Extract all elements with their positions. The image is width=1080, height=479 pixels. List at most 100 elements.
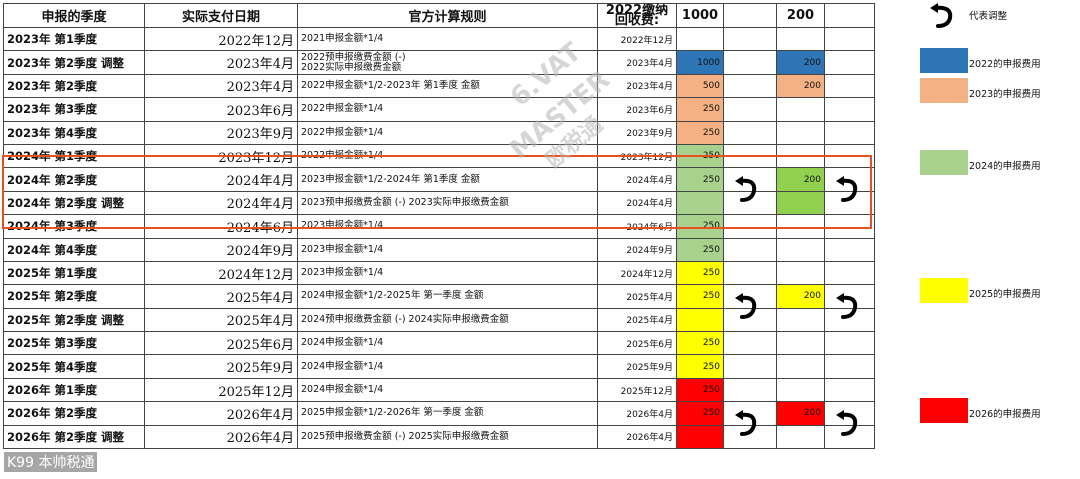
value-cell-2: [776, 377, 825, 403]
legend-label: 2023的申报费用: [969, 89, 1041, 100]
quarter-cell: 2025年 第2季度 调整: [3, 307, 145, 333]
table-row: 2025年 第2季度 调整 2025年4月 2024预申报缴费金额 (-) 2024…: [3, 307, 875, 333]
value-cell-1: [676, 26, 724, 52]
legend-swatch: [920, 150, 968, 175]
paydate-cell: 2025年4月: [144, 307, 298, 333]
rule-cell: 2022申报金额*1/4: [297, 97, 598, 122]
value-cell-2: [776, 26, 825, 52]
table-row: 2023年 第4季度 2023年9月 2022申报金额*1/4 2023年9月 250: [3, 120, 875, 145]
table-row: 2024年 第1季度 2023年12月 2022申报金额*1/4 2023年12月 25…: [3, 143, 875, 169]
legend-label: 2024的申报费用: [969, 161, 1041, 172]
date-cell: 2026年4月: [597, 424, 677, 450]
value-cell-2: 200: [776, 167, 825, 192]
rule-cell: 2023申报金额*1/4: [297, 260, 598, 286]
rule-cell: 2023申报金额*1/4: [297, 214, 598, 239]
table-row: 2026年 第2季度 调整 2026年4月 2025预申报缴费金额 (-) 2025…: [3, 424, 875, 450]
paydate-cell: 2024年9月: [144, 237, 298, 262]
header-blank-2: [824, 3, 875, 28]
legend-label: 2026的申报费用: [969, 409, 1041, 420]
value-cell-1: 250: [676, 167, 724, 192]
paydate-cell: 2025年9月: [144, 354, 298, 379]
paydate-cell: 2025年4月: [144, 284, 298, 309]
arrow-cell-2: [824, 26, 875, 52]
arrow-cell-1: [723, 424, 777, 450]
paydate-cell: 2022年12月: [144, 26, 298, 52]
arrow-cell-2: [824, 331, 875, 356]
date-cell: 2025年4月: [597, 307, 677, 333]
table-row: 2024年 第3季度 2024年6月 2023申报金额*1/4 2024年6月 250: [3, 214, 875, 239]
quarter-cell: 2026年 第2季度: [3, 401, 145, 426]
legend-swatch: [920, 78, 968, 103]
paydate-cell: 2024年4月: [144, 190, 298, 216]
rule-cell: 2022申报金额*1/4: [297, 143, 598, 169]
arrow-cell-1: [723, 331, 777, 356]
date-cell: 2025年6月: [597, 331, 677, 356]
header-recover: 2022缴纳回收费:: [597, 3, 677, 28]
arrow-cell-2: [824, 143, 875, 169]
header-blank-1: [723, 3, 777, 28]
paydate-cell: 2024年4月: [144, 167, 298, 192]
rule-cell: 2023申报金额*1/4: [297, 237, 598, 262]
rule-cell: 2023预申报缴费金额 (-) 2023实际申报缴费金额: [297, 190, 598, 216]
value-cell-1: [676, 190, 724, 216]
quarter-cell: 2024年 第4季度: [3, 237, 145, 262]
value-cell-1: 250: [676, 97, 724, 122]
quarter-cell: 2023年 第1季度: [3, 26, 145, 52]
value-cell-1: [676, 307, 724, 333]
value-cell-2: 200: [776, 401, 825, 426]
date-cell: 2025年12月: [597, 377, 677, 403]
paydate-cell: 2026年4月: [144, 424, 298, 450]
arrow-cell-1: [723, 143, 777, 169]
arrow-cell-1: [723, 354, 777, 379]
value-cell-1: 500: [676, 73, 724, 99]
arrow-cell-1: [723, 237, 777, 262]
paydate-cell: 2023年6月: [144, 97, 298, 122]
arrow-cell-1: [723, 214, 777, 239]
arrow-cell-1: [723, 73, 777, 99]
arrow-cell-1: [723, 97, 777, 122]
table-row: 2024年 第4季度 2024年9月 2023申报金额*1/4 2024年9月 250: [3, 237, 875, 262]
header-value-1000: 1000: [676, 3, 724, 28]
value-cell-1: 1000: [676, 50, 724, 75]
rule-cell: 2025申报金额*1/2-2026年 第一季度 金额: [297, 401, 598, 426]
value-cell-1: 250: [676, 354, 724, 379]
arrow-cell-2: [824, 307, 875, 333]
value-cell-2: [776, 120, 825, 145]
date-cell: 2023年6月: [597, 97, 677, 122]
date-cell: 2024年4月: [597, 190, 677, 216]
date-cell: 2023年12月: [597, 143, 677, 169]
value-cell-2: [776, 354, 825, 379]
rule-cell: 2024申报金额*1/4: [297, 331, 598, 356]
arrow-cell-1: [723, 307, 777, 333]
declaration-table: 申报的季度 实际支付日期 官方计算规则 2022缴纳回收费: 1000 200 …: [3, 3, 875, 450]
date-cell: 2023年9月: [597, 120, 677, 145]
rule-cell: 2022预申报缴费金额 (-) 2022实际申报缴费金额: [297, 50, 598, 75]
paydate-cell: 2025年6月: [144, 331, 298, 356]
arrow-cell-1: [723, 26, 777, 52]
table-row: 2024年 第2季度 2024年4月 2023申报金额*1/2-2024年 第1季度…: [3, 167, 875, 203]
quarter-cell: 2023年 第3季度: [3, 97, 145, 122]
date-cell: 2026年4月: [597, 401, 677, 426]
value-cell-1: 250: [676, 401, 724, 426]
quarter-cell: 2025年 第2季度: [3, 284, 145, 309]
date-cell: 2023年4月: [597, 50, 677, 75]
paydate-cell: 2024年6月: [144, 214, 298, 239]
table-header-row: 申报的季度 实际支付日期 官方计算规则 2022缴纳回收费: 1000 200: [3, 3, 875, 28]
value-cell-1: 250: [676, 260, 724, 286]
table-row: 2025年 第3季度 2025年6月 2024申报金额*1/4 2025年6月 250: [3, 331, 875, 356]
arrow-cell-2: [824, 354, 875, 379]
arrow-cell-1: [723, 167, 777, 203]
value-cell-2: 200: [776, 73, 825, 99]
corner-watermark: K99 本帅税通: [4, 452, 98, 472]
date-cell: 2024年4月: [597, 167, 677, 192]
rule-cell: 2024预申报缴费金额 (-) 2024实际申报缴费金额: [297, 307, 598, 333]
quarter-cell: 2026年 第2季度 调整: [3, 424, 145, 450]
paydate-cell: 2024年12月: [144, 260, 298, 286]
value-cell-1: 250: [676, 214, 724, 239]
value-cell-1: 250: [676, 284, 724, 309]
value-cell-2: [776, 424, 825, 450]
value-cell-1: 250: [676, 237, 724, 262]
value-cell-1: 250: [676, 120, 724, 145]
date-cell: 2023年4月: [597, 73, 677, 99]
rule-cell: 2023申报金额*1/2-2024年 第1季度 金额: [297, 167, 598, 192]
